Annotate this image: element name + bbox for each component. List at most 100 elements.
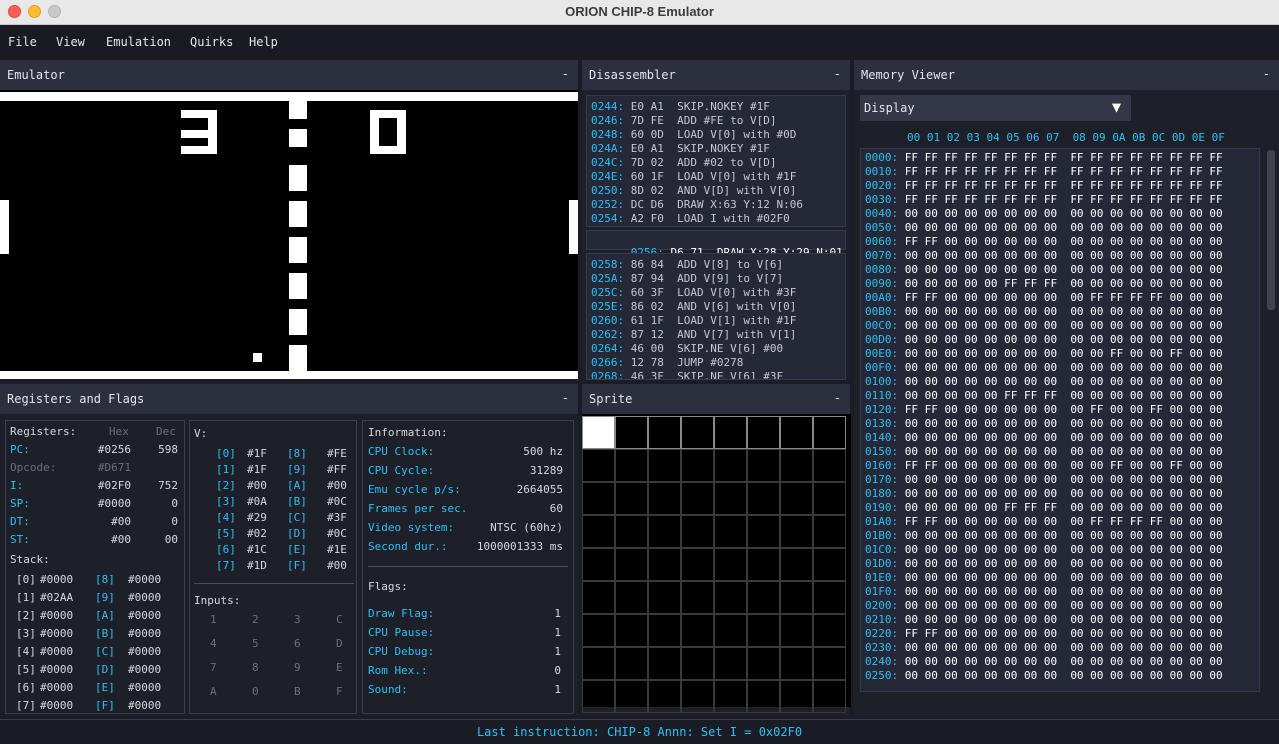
info-value: 2664055 bbox=[516, 483, 563, 496]
memory-scrollbar[interactable] bbox=[1267, 150, 1275, 310]
sprite-cell bbox=[747, 449, 780, 482]
memory-row[interactable]: 0200: 00 00 00 00 00 00 00 00 00 00 00 0… bbox=[865, 599, 1223, 613]
disassembly-line[interactable]: 0250: 8D 02 AND V[D] with V[0] bbox=[591, 184, 796, 198]
v-register-index: [8] bbox=[287, 447, 307, 460]
memory-row[interactable]: 01F0: 00 00 00 00 00 00 00 00 00 00 00 0… bbox=[865, 585, 1223, 599]
memory-row[interactable]: 0070: 00 00 00 00 00 00 00 00 00 00 00 0… bbox=[865, 249, 1223, 263]
memory-row[interactable]: 0000: FF FF FF FF FF FF FF FF FF FF FF F… bbox=[865, 151, 1223, 165]
memory-row[interactable]: 00E0: 00 00 00 00 00 00 00 00 00 00 FF 0… bbox=[865, 347, 1223, 361]
memory-row[interactable]: 0180: 00 00 00 00 00 00 00 00 00 00 00 0… bbox=[865, 487, 1223, 501]
disassembly-line[interactable]: 0248: 60 0D LOAD V[0] with #0D bbox=[591, 128, 796, 142]
disassembly-line[interactable]: 0264: 46 00 SKIP.NE V[6] #00 bbox=[591, 342, 783, 356]
memory-row[interactable]: 01D0: 00 00 00 00 00 00 00 00 00 00 00 0… bbox=[865, 557, 1223, 571]
memory-row[interactable]: 0040: 00 00 00 00 00 00 00 00 00 00 00 0… bbox=[865, 207, 1223, 221]
memory-region-dropdown[interactable]: Display ▼ bbox=[860, 95, 1131, 121]
menu-file[interactable]: File bbox=[8, 35, 37, 49]
memory-row[interactable]: 0080: 00 00 00 00 00 00 00 00 00 00 00 0… bbox=[865, 263, 1223, 277]
memory-row[interactable]: 01A0: FF FF 00 00 00 00 00 00 00 FF FF F… bbox=[865, 515, 1223, 529]
input-key[interactable]: 0 bbox=[252, 685, 259, 698]
input-key[interactable]: 6 bbox=[294, 637, 301, 650]
memory-row[interactable]: 0240: 00 00 00 00 00 00 00 00 00 00 00 0… bbox=[865, 655, 1223, 669]
memory-row[interactable]: 0190: 00 00 00 00 00 FF FF FF 00 00 00 0… bbox=[865, 501, 1223, 515]
memory-row[interactable]: 0140: 00 00 00 00 00 00 00 00 00 00 00 0… bbox=[865, 431, 1223, 445]
disassembly-line[interactable]: 0244: E0 A1 SKIP.NOKEY #1F bbox=[591, 100, 770, 114]
disassembly-line[interactable]: 0246: 7D FE ADD #FE to V[D] bbox=[591, 114, 776, 128]
disassembly-line[interactable]: 024E: 60 1F LOAD V[0] with #1F bbox=[591, 170, 796, 184]
disassembly-line[interactable]: 0262: 87 12 AND V[7] with V[1] bbox=[591, 328, 796, 342]
memory-row[interactable]: 00B0: 00 00 00 00 00 00 00 00 00 00 00 0… bbox=[865, 305, 1223, 319]
memory-row[interactable]: 0250: 00 00 00 00 00 00 00 00 00 00 00 0… bbox=[865, 669, 1223, 683]
disassembler-collapse-button[interactable]: - bbox=[834, 67, 841, 81]
memory-row[interactable]: 01E0: 00 00 00 00 00 00 00 00 00 00 00 0… bbox=[865, 571, 1223, 585]
memory-row[interactable]: 0220: FF FF 00 00 00 00 00 00 00 00 00 0… bbox=[865, 627, 1223, 641]
disassembly-line[interactable]: 0268: 46 3F SKIP.NE V[6] #3F bbox=[591, 370, 783, 379]
memory-row[interactable]: 0010: FF FF FF FF FF FF FF FF FF FF FF F… bbox=[865, 165, 1223, 179]
sprite-cell bbox=[714, 581, 747, 614]
disassembly-line[interactable]: 0254: A2 F0 LOAD I with #02F0 bbox=[591, 212, 790, 226]
instruction-text: 87 12 AND V[7] with V[1] bbox=[630, 328, 797, 341]
disassembly-after-list[interactable]: 0258: 86 84 ADD V[8] to V[6] 025A: 87 94 … bbox=[586, 253, 846, 380]
menu-view[interactable]: View bbox=[56, 35, 85, 49]
registers-label: Registers: bbox=[10, 425, 77, 438]
memory-bytes: 00 00 00 00 00 00 00 00 00 00 00 00 00 0… bbox=[904, 431, 1223, 444]
emulator-screen[interactable] bbox=[0, 90, 578, 379]
memory-row[interactable]: 0160: FF FF 00 00 00 00 00 00 00 00 FF 0… bbox=[865, 459, 1223, 473]
menu-quirks[interactable]: Quirks bbox=[190, 35, 233, 49]
input-key[interactable]: E bbox=[336, 661, 343, 674]
disassembly-line[interactable]: 025A: 87 94 ADD V[9] to V[7] bbox=[591, 272, 783, 286]
input-key[interactable]: B bbox=[294, 685, 301, 698]
memory-row[interactable]: 0020: FF FF FF FF FF FF FF FF FF FF FF F… bbox=[865, 179, 1223, 193]
input-key[interactable]: D bbox=[336, 637, 343, 650]
memory-row[interactable]: 0030: FF FF FF FF FF FF FF FF FF FF FF F… bbox=[865, 193, 1223, 207]
memory-hex-grid[interactable]: 0000: FF FF FF FF FF FF FF FF FF FF FF F… bbox=[860, 148, 1260, 692]
disassembly-current-line[interactable]: 0256: D6 71 DRAW X:28 Y:29 N:01 bbox=[586, 230, 846, 259]
memory-row[interactable]: 0230: 00 00 00 00 00 00 00 00 00 00 00 0… bbox=[865, 641, 1223, 655]
registers-collapse-button[interactable]: - bbox=[562, 391, 569, 405]
memory-row[interactable]: 00D0: 00 00 00 00 00 00 00 00 00 00 00 0… bbox=[865, 333, 1223, 347]
memory-row[interactable]: 0120: FF FF 00 00 00 00 00 00 00 FF 00 0… bbox=[865, 403, 1223, 417]
sprite-cell bbox=[813, 482, 846, 515]
memory-row[interactable]: 0150: 00 00 00 00 00 00 00 00 00 00 00 0… bbox=[865, 445, 1223, 459]
disassembly-line[interactable]: 025C: 60 3F LOAD V[0] with #3F bbox=[591, 286, 796, 300]
input-key[interactable]: A bbox=[210, 685, 217, 698]
disassembly-line[interactable]: 024A: E0 A1 SKIP.NOKEY #1F bbox=[591, 142, 770, 156]
input-key[interactable]: 2 bbox=[252, 613, 259, 626]
sprite-collapse-button[interactable]: - bbox=[834, 391, 841, 405]
memory-row[interactable]: 00A0: FF FF 00 00 00 00 00 00 00 FF FF F… bbox=[865, 291, 1223, 305]
memory-row[interactable]: 0050: 00 00 00 00 00 00 00 00 00 00 00 0… bbox=[865, 221, 1223, 235]
memory-row[interactable]: 00F0: 00 00 00 00 00 00 00 00 00 00 00 0… bbox=[865, 361, 1223, 375]
input-key[interactable]: 1 bbox=[210, 613, 217, 626]
memory-row[interactable]: 01B0: 00 00 00 00 00 00 00 00 00 00 00 0… bbox=[865, 529, 1223, 543]
emulator-collapse-button[interactable]: - bbox=[562, 67, 569, 81]
disassembly-line[interactable]: 0252: DC D6 DRAW X:63 Y:12 N:06 bbox=[591, 198, 803, 212]
memory-row[interactable]: 0170: 00 00 00 00 00 00 00 00 00 00 00 0… bbox=[865, 473, 1223, 487]
input-key[interactable]: 7 bbox=[210, 661, 217, 674]
disassembly-line[interactable]: 0258: 86 84 ADD V[8] to V[6] bbox=[591, 258, 783, 272]
memory-row[interactable]: 0110: 00 00 00 00 00 FF FF FF 00 00 00 0… bbox=[865, 389, 1223, 403]
menu-emulation[interactable]: Emulation bbox=[106, 35, 171, 49]
disassembly-line[interactable]: 024C: 7D 02 ADD #02 to V[D] bbox=[591, 156, 776, 170]
memory-row[interactable]: 0210: 00 00 00 00 00 00 00 00 00 00 00 0… bbox=[865, 613, 1223, 627]
disassembly-line[interactable]: 0266: 12 78 JUMP #0278 bbox=[591, 356, 743, 370]
sprite-cell bbox=[615, 614, 648, 647]
disassembly-before-list[interactable]: 0244: E0 A1 SKIP.NOKEY #1F 0246: 7D FE AD… bbox=[586, 95, 846, 227]
memory-row[interactable]: 0090: 00 00 00 00 00 FF FF FF 00 00 00 0… bbox=[865, 277, 1223, 291]
memory-row[interactable]: 0060: FF FF 00 00 00 00 00 00 00 00 00 0… bbox=[865, 235, 1223, 249]
input-key[interactable]: 5 bbox=[252, 637, 259, 650]
memory-viewer-collapse-button[interactable]: - bbox=[1263, 67, 1270, 81]
disassembly-line[interactable]: 0260: 61 1F LOAD V[1] with #1F bbox=[591, 314, 796, 328]
menu-help[interactable]: Help bbox=[249, 35, 278, 49]
disassembly-line[interactable]: 025E: 86 02 AND V[6] with V[0] bbox=[591, 300, 796, 314]
memory-row[interactable]: 01C0: 00 00 00 00 00 00 00 00 00 00 00 0… bbox=[865, 543, 1223, 557]
input-key[interactable]: 9 bbox=[294, 661, 301, 674]
input-key[interactable]: F bbox=[336, 685, 343, 698]
input-key[interactable]: C bbox=[336, 613, 343, 626]
memory-address: 0020: bbox=[865, 179, 899, 192]
input-key[interactable]: 8 bbox=[252, 661, 259, 674]
input-key[interactable]: 3 bbox=[294, 613, 301, 626]
memory-row[interactable]: 00C0: 00 00 00 00 00 00 00 00 00 00 00 0… bbox=[865, 319, 1223, 333]
sprite-cell bbox=[747, 680, 780, 713]
memory-row[interactable]: 0100: 00 00 00 00 00 00 00 00 00 00 00 0… bbox=[865, 375, 1223, 389]
input-key[interactable]: 4 bbox=[210, 637, 217, 650]
memory-row[interactable]: 0130: 00 00 00 00 00 00 00 00 00 00 00 0… bbox=[865, 417, 1223, 431]
